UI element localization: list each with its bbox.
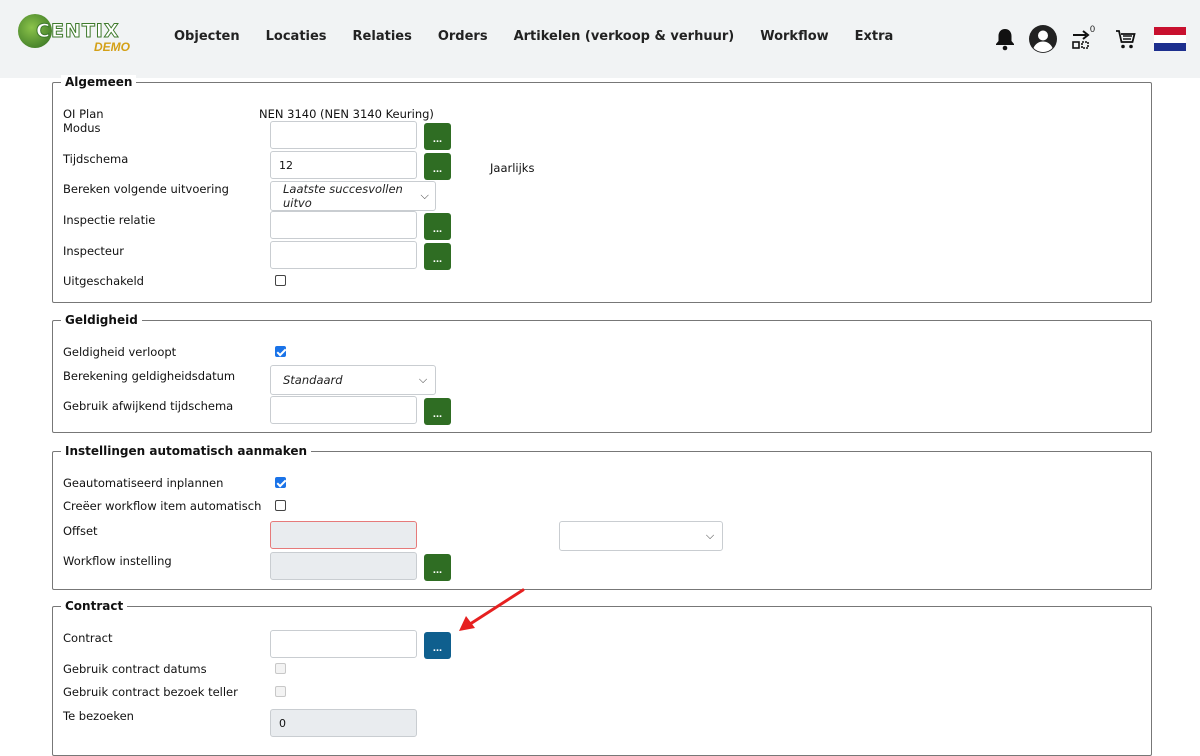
te-bezoeken-input[interactable]: 0 [270, 709, 417, 737]
annotation-arrow-icon [459, 588, 525, 631]
top-navigation-bar: CENTIX DEMO Objecten Locaties Relaties O… [0, 0, 1200, 78]
section-title: Instellingen automatisch aanmaken [61, 444, 312, 458]
uitgeschakeld-label: Uitgeschakeld [63, 274, 144, 288]
contract-lookup-button[interactable]: ... [424, 632, 451, 659]
inspecteur-lookup-button[interactable]: ... [424, 243, 451, 270]
header-icons: 0 [994, 24, 1186, 57]
flag-nl-icon[interactable] [1154, 27, 1186, 54]
modus-lookup-button[interactable]: ... [424, 123, 451, 150]
nav-artikelen[interactable]: Artikelen (verkoop & verhuur) [514, 29, 735, 44]
nav-orders[interactable]: Orders [438, 29, 488, 44]
section-geldigheid: Geldigheid Geldigheid verloopt Berekenin… [52, 313, 1152, 433]
transfer-count: 0 [1090, 24, 1096, 34]
nav-extra[interactable]: Extra [855, 29, 894, 44]
tijdschema-unit: Jaarlijks [490, 161, 535, 175]
logo-wordmark: CENTIX [36, 20, 120, 43]
geldigheid-verloopt-checkbox[interactable] [275, 346, 286, 357]
tijdschema-lookup-button[interactable]: ... [424, 153, 451, 180]
inspectie-relatie-lookup-button[interactable]: ... [424, 213, 451, 240]
nav-objecten[interactable]: Objecten [174, 29, 240, 44]
chevron-down-icon: ⌵ [420, 189, 429, 202]
uitgeschakeld-checkbox[interactable] [275, 275, 286, 286]
geautomatiseerd-inplannen-checkbox[interactable] [275, 477, 286, 488]
centix-logo[interactable]: CENTIX DEMO [18, 14, 148, 54]
user-avatar-icon[interactable] [1028, 24, 1058, 57]
modus-input[interactable] [270, 121, 417, 149]
logo-demo-tag: DEMO [94, 40, 130, 54]
workflow-instelling-label: Workflow instelling [63, 554, 172, 568]
workflow-item-label: Creëer workflow item automatisch [63, 499, 262, 513]
workflow-item-checkbox[interactable] [275, 500, 286, 511]
contract-datums-checkbox[interactable] [275, 663, 286, 674]
afwijkend-tijdschema-input[interactable] [270, 396, 417, 424]
bereken-select-value: Laatste succesvollen uitvo [283, 182, 403, 210]
section-title: Geldigheid [61, 313, 142, 327]
tijdschema-input[interactable]: 12 [270, 151, 417, 179]
contract-label: Contract [63, 631, 113, 645]
section-title: Algemeen [61, 75, 137, 89]
contract-datums-label: Gebruik contract datums [63, 662, 207, 676]
chevron-down-icon: ⌵ [418, 373, 428, 386]
contract-teller-checkbox[interactable] [275, 686, 286, 697]
section-title: Contract [61, 599, 128, 613]
inspectie-relatie-input[interactable] [270, 211, 417, 239]
contract-input[interactable] [270, 630, 417, 658]
offset-label: Offset [63, 524, 98, 538]
bell-icon[interactable] [994, 27, 1016, 54]
oi-plan-value: NEN 3140 (NEN 3140 Keuring) [259, 107, 434, 121]
berekening-select-value: Standaard [283, 373, 343, 387]
nav-relaties[interactable]: Relaties [353, 29, 412, 44]
te-bezoeken-label: Te bezoeken [63, 709, 134, 723]
workflow-instelling-lookup-button[interactable]: ... [424, 554, 451, 581]
offset-unit-select[interactable]: ⌵ [559, 521, 723, 551]
workflow-instelling-input[interactable] [270, 552, 417, 580]
nav-workflow[interactable]: Workflow [760, 29, 828, 44]
bereken-label: Bereken volgende uitvoering [63, 182, 229, 196]
berekening-select[interactable]: Standaard ⌵ [270, 365, 436, 395]
geautomatiseerd-inplannen-label: Geautomatiseerd inplannen [63, 476, 224, 490]
inspecteur-input[interactable] [270, 241, 417, 269]
afwijkend-tijdschema-lookup-button[interactable]: ... [424, 398, 451, 425]
nav-locaties[interactable]: Locaties [266, 29, 327, 44]
section-automatisch-aanmaken: Instellingen automatisch aanmaken Geauto… [52, 444, 1152, 590]
chevron-down-icon: ⌵ [705, 529, 715, 542]
section-algemeen: Algemeen OI Plan NEN 3140 (NEN 3140 Keur… [52, 75, 1152, 303]
berekening-label: Berekening geldigheidsdatum [63, 369, 236, 383]
inspectie-relatie-label: Inspectie relatie [63, 213, 156, 227]
transfer-icon[interactable]: 0 [1070, 24, 1096, 55]
tijdschema-label: Tijdschema [63, 152, 129, 166]
section-contract: Contract Contract ... Gebruik contract d… [52, 599, 1152, 756]
modus-label: Modus [63, 121, 101, 135]
afwijkend-tijdschema-label: Gebruik afwijkend tijdschema [63, 399, 234, 413]
cart-icon[interactable] [1114, 27, 1138, 54]
offset-input[interactable] [270, 521, 417, 549]
geldigheid-verloopt-label: Geldigheid verloopt [63, 345, 177, 359]
bereken-select[interactable]: Laatste succesvollen uitvo ⌵ [270, 181, 436, 211]
contract-teller-label: Gebruik contract bezoek teller [63, 685, 238, 699]
main-menu: Objecten Locaties Relaties Orders Artike… [174, 29, 919, 44]
inspecteur-label: Inspecteur [63, 244, 124, 258]
oi-plan-label: OI Plan [63, 107, 104, 121]
